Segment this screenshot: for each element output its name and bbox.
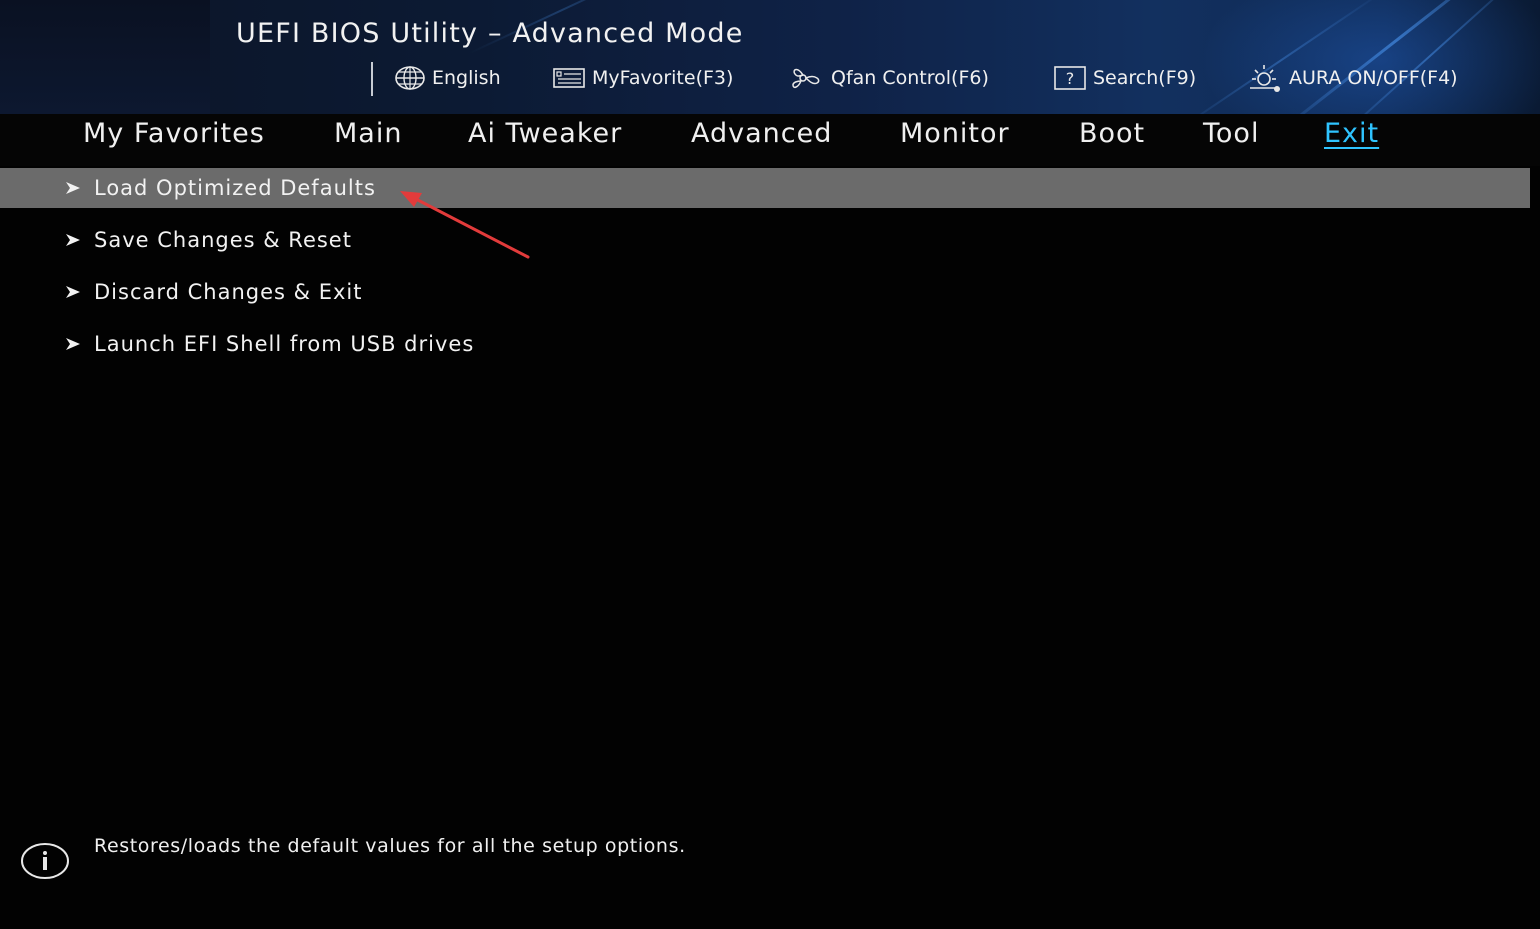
chevron-right-icon (63, 324, 83, 364)
chevron-right-icon (63, 220, 83, 260)
menu-item-launch-efi-shell[interactable]: Launch EFI Shell from USB drives (0, 324, 1530, 364)
annotation-arrow (400, 191, 530, 259)
help-description: Restores/loads the default values for al… (94, 835, 686, 857)
tab-main[interactable]: Main (334, 118, 402, 149)
header: UEFI BIOS Utility – Advanced Mode Englis… (0, 0, 1540, 114)
search-button[interactable]: ? Search(F9) (1053, 62, 1196, 94)
menu-item-save-changes-reset[interactable]: Save Changes & Reset (0, 220, 1530, 260)
tab-ai-tweaker[interactable]: Ai Tweaker (468, 118, 622, 149)
chevron-right-icon (63, 272, 83, 312)
globe-icon (395, 66, 425, 90)
language-label: English (432, 67, 501, 89)
chevron-right-icon (63, 168, 83, 208)
tab-my-favorites[interactable]: My Favorites (83, 118, 265, 149)
menu-item-label: Discard Changes & Exit (94, 280, 363, 304)
aura-label: AURA ON/OFF(F4) (1289, 67, 1458, 89)
help-bar: Restores/loads the default values for al… (0, 818, 1540, 929)
menu-item-discard-changes-exit[interactable]: Discard Changes & Exit (0, 272, 1530, 312)
myfavorite-label: MyFavorite(F3) (592, 67, 734, 89)
myfavorite-button[interactable]: MyFavorite(F3) (552, 62, 733, 94)
info-icon (21, 843, 69, 879)
menu-item-load-optimized-defaults[interactable]: Load Optimized Defaults (0, 168, 1530, 208)
header-divider (371, 62, 373, 96)
favorite-list-icon (553, 68, 585, 88)
tab-advanced[interactable]: Advanced (691, 118, 832, 149)
fan-icon (792, 68, 820, 89)
menu-item-label: Launch EFI Shell from USB drives (94, 332, 475, 356)
aura-toggle-button[interactable]: AURA ON/OFF(F4) (1247, 62, 1458, 94)
menu-item-label: Save Changes & Reset (94, 228, 352, 252)
tab-monitor[interactable]: Monitor (900, 118, 1010, 149)
qfan-control-button[interactable]: Qfan Control(F6) (789, 62, 989, 94)
svg-text:?: ? (1066, 69, 1075, 88)
header-dark-block (0, 0, 210, 114)
aura-light-icon (1250, 65, 1280, 92)
search-label: Search(F9) (1093, 67, 1197, 89)
help-search-icon: ? (1054, 66, 1086, 90)
tab-tool[interactable]: Tool (1203, 118, 1259, 149)
header-glow (1200, 0, 1540, 114)
tab-exit[interactable]: Exit (1324, 118, 1379, 149)
app-title: UEFI BIOS Utility – Advanced Mode (236, 18, 744, 49)
menu-item-label: Load Optimized Defaults (94, 176, 376, 200)
tab-boot[interactable]: Boot (1079, 118, 1145, 149)
main-tab-bar: My Favorites Main Ai Tweaker Advanced Mo… (0, 114, 1540, 166)
bios-window: UEFI BIOS Utility – Advanced Mode Englis… (0, 0, 1540, 929)
language-button[interactable]: English (394, 62, 501, 94)
qfan-label: Qfan Control(F6) (831, 67, 989, 89)
